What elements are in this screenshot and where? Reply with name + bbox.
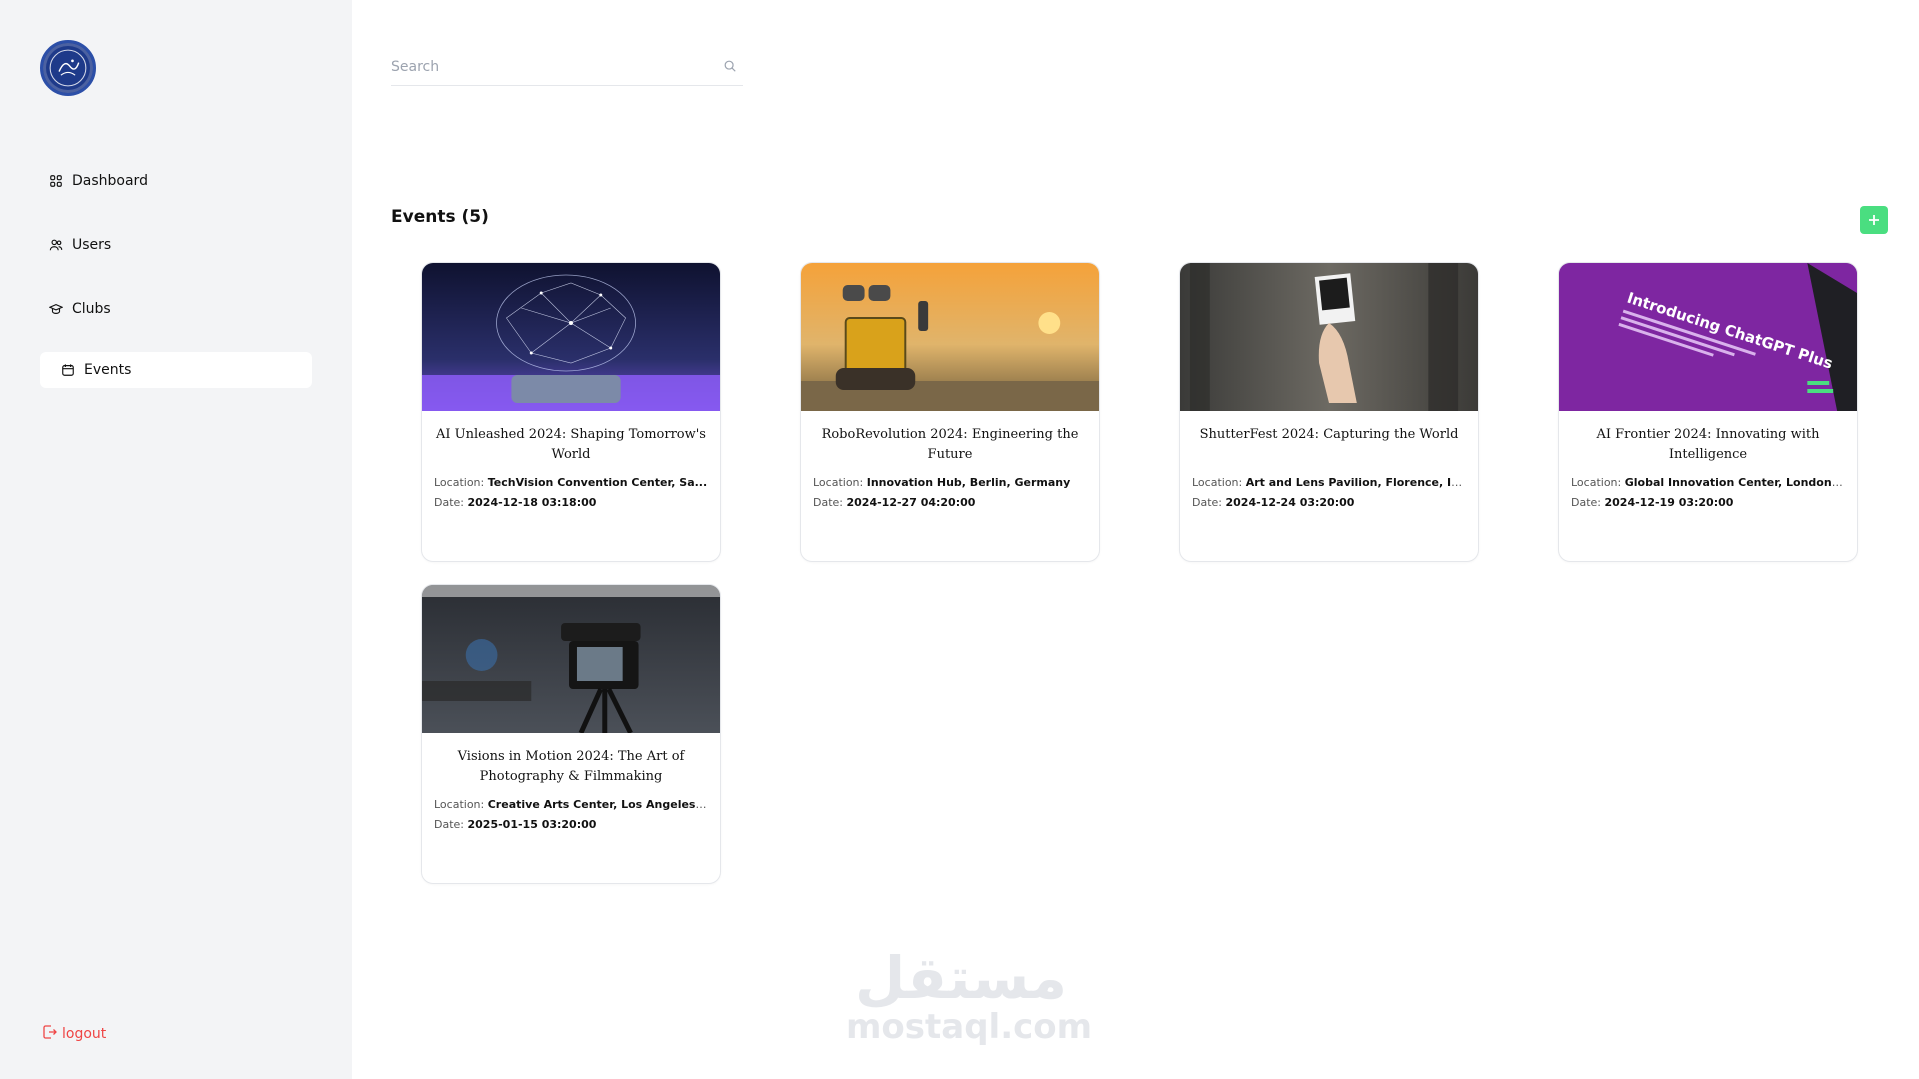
event-title: ShutterFest 2024: Capturing the World	[1199, 427, 1459, 442]
logo-emblem-icon	[49, 49, 87, 87]
sidebar-item-users[interactable]: Users	[40, 227, 312, 263]
watermark: مستقل mostaql.com	[846, 944, 1093, 1047]
event-title: Visions in Motion 2024: The Art of Photo…	[457, 749, 685, 784]
events-heading: Events (5)	[391, 207, 489, 227]
event-location: Location: Innovation Hub, Berlin, German…	[813, 476, 1071, 489]
search-bar	[391, 48, 743, 86]
event-meta: Location: Art and Lens Pavilion, Florenc…	[1180, 465, 1478, 513]
watermark-latin: mostaql.com	[846, 1007, 1093, 1047]
users-icon	[48, 237, 64, 253]
plus-icon	[1869, 215, 1879, 225]
search-icon[interactable]	[723, 59, 739, 75]
add-event-button[interactable]	[1860, 206, 1888, 234]
event-card[interactable]: AI Unleashed 2024: Shaping Tomorrow's Wo…	[421, 262, 721, 562]
logout-label: logout	[62, 1026, 107, 1042]
event-meta: Location: Global Innovation Center, Lond…	[1559, 465, 1857, 513]
app-root: Dashboard Users Clubs Events logout Sear…	[0, 0, 1919, 1079]
sidebar-item-events[interactable]: Events	[40, 352, 312, 388]
event-date: Date: 2024-12-24 03:20:00	[1192, 496, 1355, 509]
event-date: Date: 2024-12-18 03:18:00	[434, 496, 597, 509]
watermark-arabic: مستقل	[854, 944, 1068, 1012]
event-location: Location: Art and Lens Pavilion, Florenc…	[1192, 476, 1466, 489]
event-date: Date: 2024-12-19 03:20:00	[1571, 496, 1734, 509]
sidebar-item-label: Events	[84, 362, 132, 378]
event-title: RoboRevolution 2024: Engineering the Fut…	[821, 427, 1079, 462]
calendar-icon	[60, 362, 76, 378]
logout-button[interactable]: logout	[42, 1024, 106, 1044]
event-meta: Location: Creative Arts Center, Los Ange…	[422, 787, 720, 835]
sidebar: Dashboard Users Clubs Events logout	[0, 0, 352, 1079]
club-logo[interactable]	[40, 40, 96, 96]
chatgpt-screen-image: Introducing ChatGPT Plus	[1559, 263, 1857, 411]
grid-icon	[48, 173, 64, 189]
event-title: AI Unleashed 2024: Shaping Tomorrow's Wo…	[436, 427, 706, 462]
event-card[interactable]: ShutterFest 2024: Capturing the World Lo…	[1179, 262, 1479, 562]
camera-studio-image	[422, 585, 720, 733]
event-location: Location: TechVision Convention Center, …	[434, 476, 708, 489]
sidebar-item-dashboard[interactable]: Dashboard	[40, 163, 312, 199]
event-date: Date: 2025-01-15 03:20:00	[434, 818, 597, 831]
event-location: Location: Global Innovation Center, Lond…	[1571, 476, 1845, 489]
search-input[interactable]	[391, 52, 723, 81]
event-title: AI Frontier 2024: Innovating with Intell…	[1596, 427, 1820, 462]
event-meta: Location: Innovation Hub, Berlin, German…	[801, 465, 1099, 513]
logout-icon	[42, 1024, 62, 1044]
sidebar-item-label: Users	[72, 237, 112, 253]
event-card[interactable]: Visions in Motion 2024: The Art of Photo…	[421, 584, 721, 884]
sidebar-item-clubs[interactable]: Clubs	[40, 291, 312, 327]
graduation-cap-icon	[48, 301, 64, 317]
event-meta: Location: TechVision Convention Center, …	[422, 465, 720, 513]
event-card[interactable]: Introducing ChatGPT Plus AI Frontier 202…	[1558, 262, 1858, 562]
sidebar-item-label: Dashboard	[72, 173, 148, 189]
event-date: Date: 2024-12-27 04:20:00	[813, 496, 976, 509]
event-card[interactable]: RoboRevolution 2024: Engineering the Fut…	[800, 262, 1100, 562]
sidebar-item-label: Clubs	[72, 301, 111, 317]
event-location: Location: Creative Arts Center, Los Ange…	[434, 798, 708, 811]
polaroid-hand-image	[1180, 263, 1478, 411]
ai-brain-image	[422, 263, 720, 411]
robot-sunset-image	[801, 263, 1099, 411]
